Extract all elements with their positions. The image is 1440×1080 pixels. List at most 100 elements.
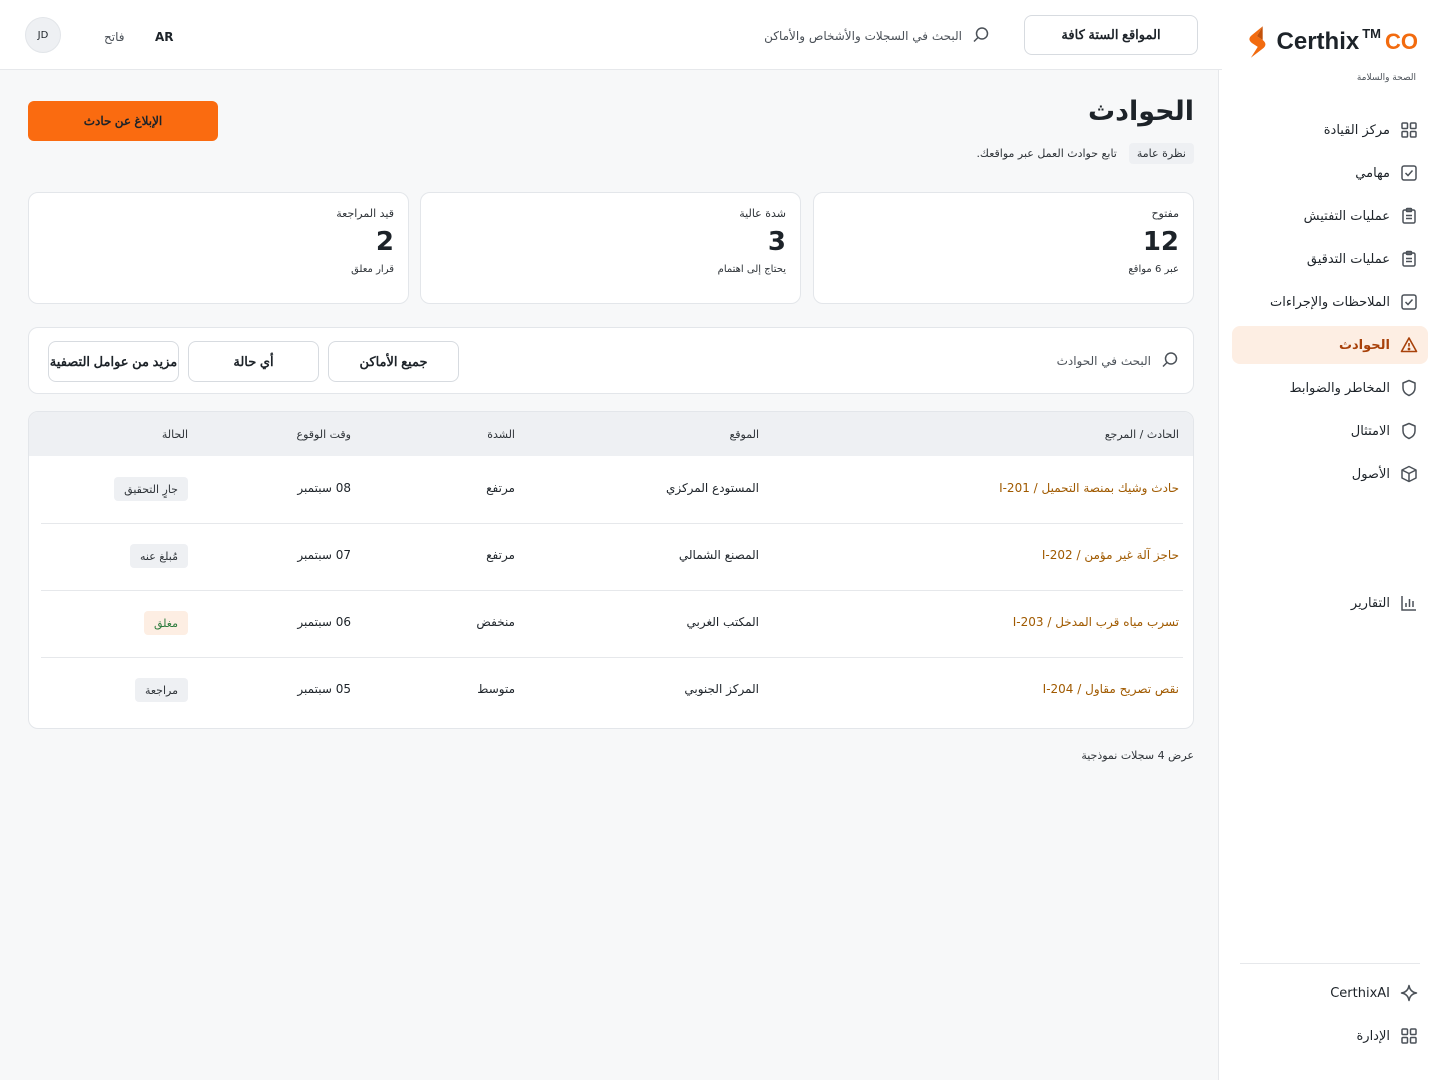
incidents-table: الحادث / المرجع الموقع الشدة وقت الوقوع … bbox=[28, 411, 1194, 729]
sidebar-item-label: مهامي bbox=[1355, 165, 1390, 181]
stat-label: شدة عالية bbox=[739, 207, 786, 220]
incident-severity: منخفض bbox=[476, 615, 515, 629]
stat-value: 3 bbox=[767, 227, 786, 257]
incident-severity: متوسط bbox=[477, 682, 515, 696]
sidebar-item-incidents[interactable]: الحوادث bbox=[1232, 326, 1428, 364]
sidebar-item-label: عمليات التدقيق bbox=[1306, 251, 1390, 267]
sidebar-item-command-center[interactable]: مركز القيادة bbox=[1232, 111, 1428, 149]
table-row[interactable]: تسرب مياه قرب المدخل / I-203 المكتب الغر… bbox=[41, 591, 1183, 658]
sidebar-bottom-group: CerthixAI الإدارة bbox=[1232, 974, 1428, 1060]
status-badge: مراجعة bbox=[134, 678, 188, 702]
sparkle-icon bbox=[1400, 984, 1418, 1002]
grid-icon bbox=[1400, 121, 1418, 139]
table-row[interactable]: حادث وشيك بمنصة التحميل / I-201 المستودع… bbox=[41, 457, 1183, 524]
stat-card-under-review[interactable]: قيد المراجعة 2 قرار معلق bbox=[28, 192, 409, 304]
table-header: الحادث / المرجع الموقع الشدة وقت الوقوع … bbox=[29, 412, 1193, 456]
clipboard-icon bbox=[1400, 207, 1418, 225]
status-badge: جارٍ التحقيق bbox=[114, 477, 188, 501]
sidebar-item-compliance[interactable]: الامتثال bbox=[1232, 412, 1428, 450]
sidebar-item-admin[interactable]: الإدارة bbox=[1232, 1017, 1428, 1055]
logo-mark-icon bbox=[1249, 26, 1266, 58]
sidebar-item-assets[interactable]: الأصول bbox=[1232, 455, 1428, 493]
sidebar-item-label: الملاحظات والإجراءات bbox=[1270, 294, 1390, 310]
page-subtitle: نظرة عامة تابع حوادث العمل عبر مواقعك. bbox=[700, 140, 1194, 166]
theme-toggle[interactable]: فاتح bbox=[104, 30, 124, 44]
grid-icon bbox=[1400, 1027, 1418, 1045]
sidebar-item-reports[interactable]: التقارير bbox=[1232, 584, 1428, 622]
incident-link[interactable]: حاجز آلة غير مؤمن / I-202 bbox=[1042, 548, 1179, 562]
brand-logo[interactable]: Certhix TM CO bbox=[1243, 22, 1418, 62]
stat-sub: يحتاج إلى اهتمام bbox=[717, 264, 786, 275]
sidebar-item-label: التقارير bbox=[1350, 595, 1390, 611]
sidebar-item-label: الحوادث bbox=[1338, 337, 1390, 353]
table-row[interactable]: حاجز آلة غير مؤمن / I-202 المصنع الشمالي… bbox=[41, 524, 1183, 591]
column-header-incident[interactable]: الحادث / المرجع bbox=[1105, 428, 1179, 441]
all-sites-button[interactable]: المواقع الستة كافة bbox=[1024, 15, 1198, 55]
table-row[interactable]: نقص تصريح مقاول / I-204 المركز الجنوبي م… bbox=[41, 658, 1183, 725]
sidebar-reports-group: التقارير bbox=[1232, 584, 1428, 627]
stat-card-high-severity[interactable]: شدة عالية 3 يحتاج إلى اهتمام bbox=[420, 192, 801, 304]
language-toggle[interactable]: AR bbox=[155, 30, 174, 44]
stat-label: قيد المراجعة bbox=[336, 207, 394, 220]
sidebar: Certhix TM CO الصحة والسلامة مركز القياد… bbox=[1218, 0, 1440, 1080]
sidebar-item-label: عمليات التفتيش bbox=[1303, 208, 1390, 224]
incident-time: 05 سبتمبر bbox=[297, 682, 351, 696]
sidebar-divider bbox=[1240, 963, 1420, 964]
incident-severity: مرتفع bbox=[486, 548, 515, 562]
overview-chip: نظرة عامة bbox=[1128, 142, 1194, 164]
column-header-severity[interactable]: الشدة bbox=[487, 428, 515, 441]
sidebar-item-label: المخاطر والضوابط bbox=[1289, 380, 1390, 396]
stat-value: 2 bbox=[375, 227, 394, 257]
column-header-site[interactable]: الموقع bbox=[729, 428, 759, 441]
column-header-status[interactable]: الحالة bbox=[162, 428, 188, 441]
incident-search-placeholder: البحث في الحوادث bbox=[1056, 354, 1151, 368]
incident-link[interactable]: نقص تصريح مقاول / I-204 bbox=[1043, 682, 1179, 696]
page-title: الحوادث bbox=[1087, 96, 1194, 127]
stat-sub: قرار معلق bbox=[351, 264, 394, 275]
incident-link[interactable]: تسرب مياه قرب المدخل / I-203 bbox=[1013, 615, 1179, 629]
sidebar-item-label: الامتثال bbox=[1350, 423, 1390, 439]
incident-time: 07 سبتمبر bbox=[297, 548, 351, 562]
status-badge: مُبلغ عنه bbox=[130, 544, 188, 568]
global-search-placeholder: البحث في السجلات والأشخاص والأماكن bbox=[764, 29, 962, 43]
avatar[interactable]: JD bbox=[25, 17, 61, 53]
page-description: تابع حوادث العمل عبر مواقعك. bbox=[976, 146, 1117, 160]
filter-bar: البحث في الحوادث جميع الأماكن أي حالة مز… bbox=[28, 327, 1194, 394]
places-filter-button[interactable]: جميع الأماكن bbox=[328, 341, 459, 382]
incident-site: المصنع الشمالي bbox=[678, 548, 759, 562]
topbar: المواقع الستة كافة البحث في السجلات والأ… bbox=[0, 0, 1222, 70]
cube-icon bbox=[1400, 465, 1418, 483]
brand-tagline: الصحة والسلامة bbox=[1356, 73, 1416, 83]
sidebar-item-certhix-ai[interactable]: CerthixAI bbox=[1232, 974, 1428, 1012]
sidebar-item-label: الإدارة bbox=[1356, 1028, 1390, 1044]
sidebar-item-my-tasks[interactable]: مهامي bbox=[1232, 154, 1428, 192]
sidebar-item-audits[interactable]: عمليات التدقيق bbox=[1232, 240, 1428, 278]
incident-search-input[interactable]: البحث في الحوادث bbox=[1049, 350, 1179, 372]
stat-value: 12 bbox=[1142, 227, 1179, 257]
stat-label: مفتوح bbox=[1151, 207, 1179, 220]
more-filters-button[interactable]: مزيد من عوامل التصفية bbox=[48, 341, 179, 382]
sidebar-item-observations[interactable]: الملاحظات والإجراءات bbox=[1232, 283, 1428, 321]
app-root: Certhix TM CO الصحة والسلامة مركز القياد… bbox=[0, 0, 1440, 1080]
sidebar-item-label: CerthixAI bbox=[1330, 985, 1390, 1001]
checkbox-icon bbox=[1400, 164, 1418, 182]
status-badge: مغلق bbox=[143, 611, 188, 635]
incident-link[interactable]: حادث وشيك بمنصة التحميل / I-201 bbox=[999, 481, 1179, 495]
incident-site: المركز الجنوبي bbox=[684, 682, 759, 696]
column-header-time[interactable]: وقت الوقوع bbox=[297, 428, 351, 441]
records-count: عرض 4 سجلات نموذجية bbox=[1081, 749, 1194, 762]
global-search-input[interactable]: البحث في السجلات والأشخاص والأماكن bbox=[740, 24, 990, 48]
sidebar-item-inspections[interactable]: عمليات التفتيش bbox=[1232, 197, 1428, 235]
clipboard-icon bbox=[1400, 250, 1418, 268]
stat-card-open[interactable]: مفتوح 12 عبر 6 مواقع bbox=[813, 192, 1194, 304]
incident-time: 06 سبتمبر bbox=[297, 615, 351, 629]
status-filter-button[interactable]: أي حالة bbox=[188, 341, 319, 382]
sidebar-item-label: الأصول bbox=[1351, 466, 1390, 482]
shield-icon bbox=[1400, 422, 1418, 440]
shield-icon bbox=[1400, 379, 1418, 397]
incident-site: المستودع المركزي bbox=[665, 481, 759, 495]
brand-co: CO bbox=[1385, 29, 1418, 54]
sidebar-item-risks[interactable]: المخاطر والضوابط bbox=[1232, 369, 1428, 407]
report-incident-button[interactable]: الإبلاغ عن حادث bbox=[28, 101, 218, 141]
sidebar-nav: مركز القيادة مهامي عمليات التفتيش عمليات… bbox=[1232, 111, 1428, 498]
